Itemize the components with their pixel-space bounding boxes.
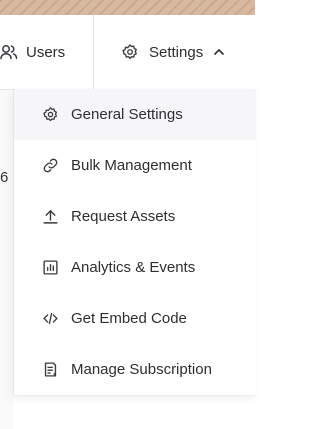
menu-item-get-embed-code[interactable]: Get Embed Code — [14, 293, 256, 344]
menu-item-label: Get Embed Code — [71, 310, 187, 327]
menu-item-label: General Settings — [71, 106, 183, 123]
header-decorative-strip — [0, 0, 255, 15]
menu-item-bulk-management[interactable]: Bulk Management — [14, 140, 256, 191]
menu-item-label: Request Assets — [71, 208, 176, 225]
menu-item-label: Analytics & Events — [71, 259, 196, 276]
chevron-up-icon — [213, 46, 225, 58]
gear-icon — [121, 43, 139, 61]
nav-users-label: Users — [26, 43, 66, 61]
nav-settings-button[interactable]: Settings — [95, 15, 255, 89]
link-icon — [41, 157, 59, 175]
upload-icon — [41, 208, 59, 226]
page-background — [0, 90, 13, 429]
document-icon — [41, 361, 59, 379]
menu-item-general-settings[interactable]: General Settings — [14, 89, 256, 140]
code-icon — [41, 310, 59, 328]
users-icon — [0, 43, 18, 61]
nav-settings-label: Settings — [149, 43, 204, 61]
menu-item-label: Bulk Management — [71, 157, 192, 174]
menu-item-label: Manage Subscription — [71, 361, 212, 378]
menu-item-request-assets[interactable]: Request Assets — [14, 191, 256, 242]
menu-item-manage-subscription[interactable]: Manage Subscription — [14, 344, 256, 395]
nav-users-button[interactable]: Users — [0, 15, 94, 89]
page-partial-text: 6 — [0, 169, 9, 186]
settings-dropdown-menu: General Settings Bulk Management Request… — [13, 89, 256, 396]
bar-chart-icon — [41, 259, 59, 277]
gear-icon — [41, 106, 59, 124]
menu-item-analytics-events[interactable]: Analytics & Events — [14, 242, 256, 293]
